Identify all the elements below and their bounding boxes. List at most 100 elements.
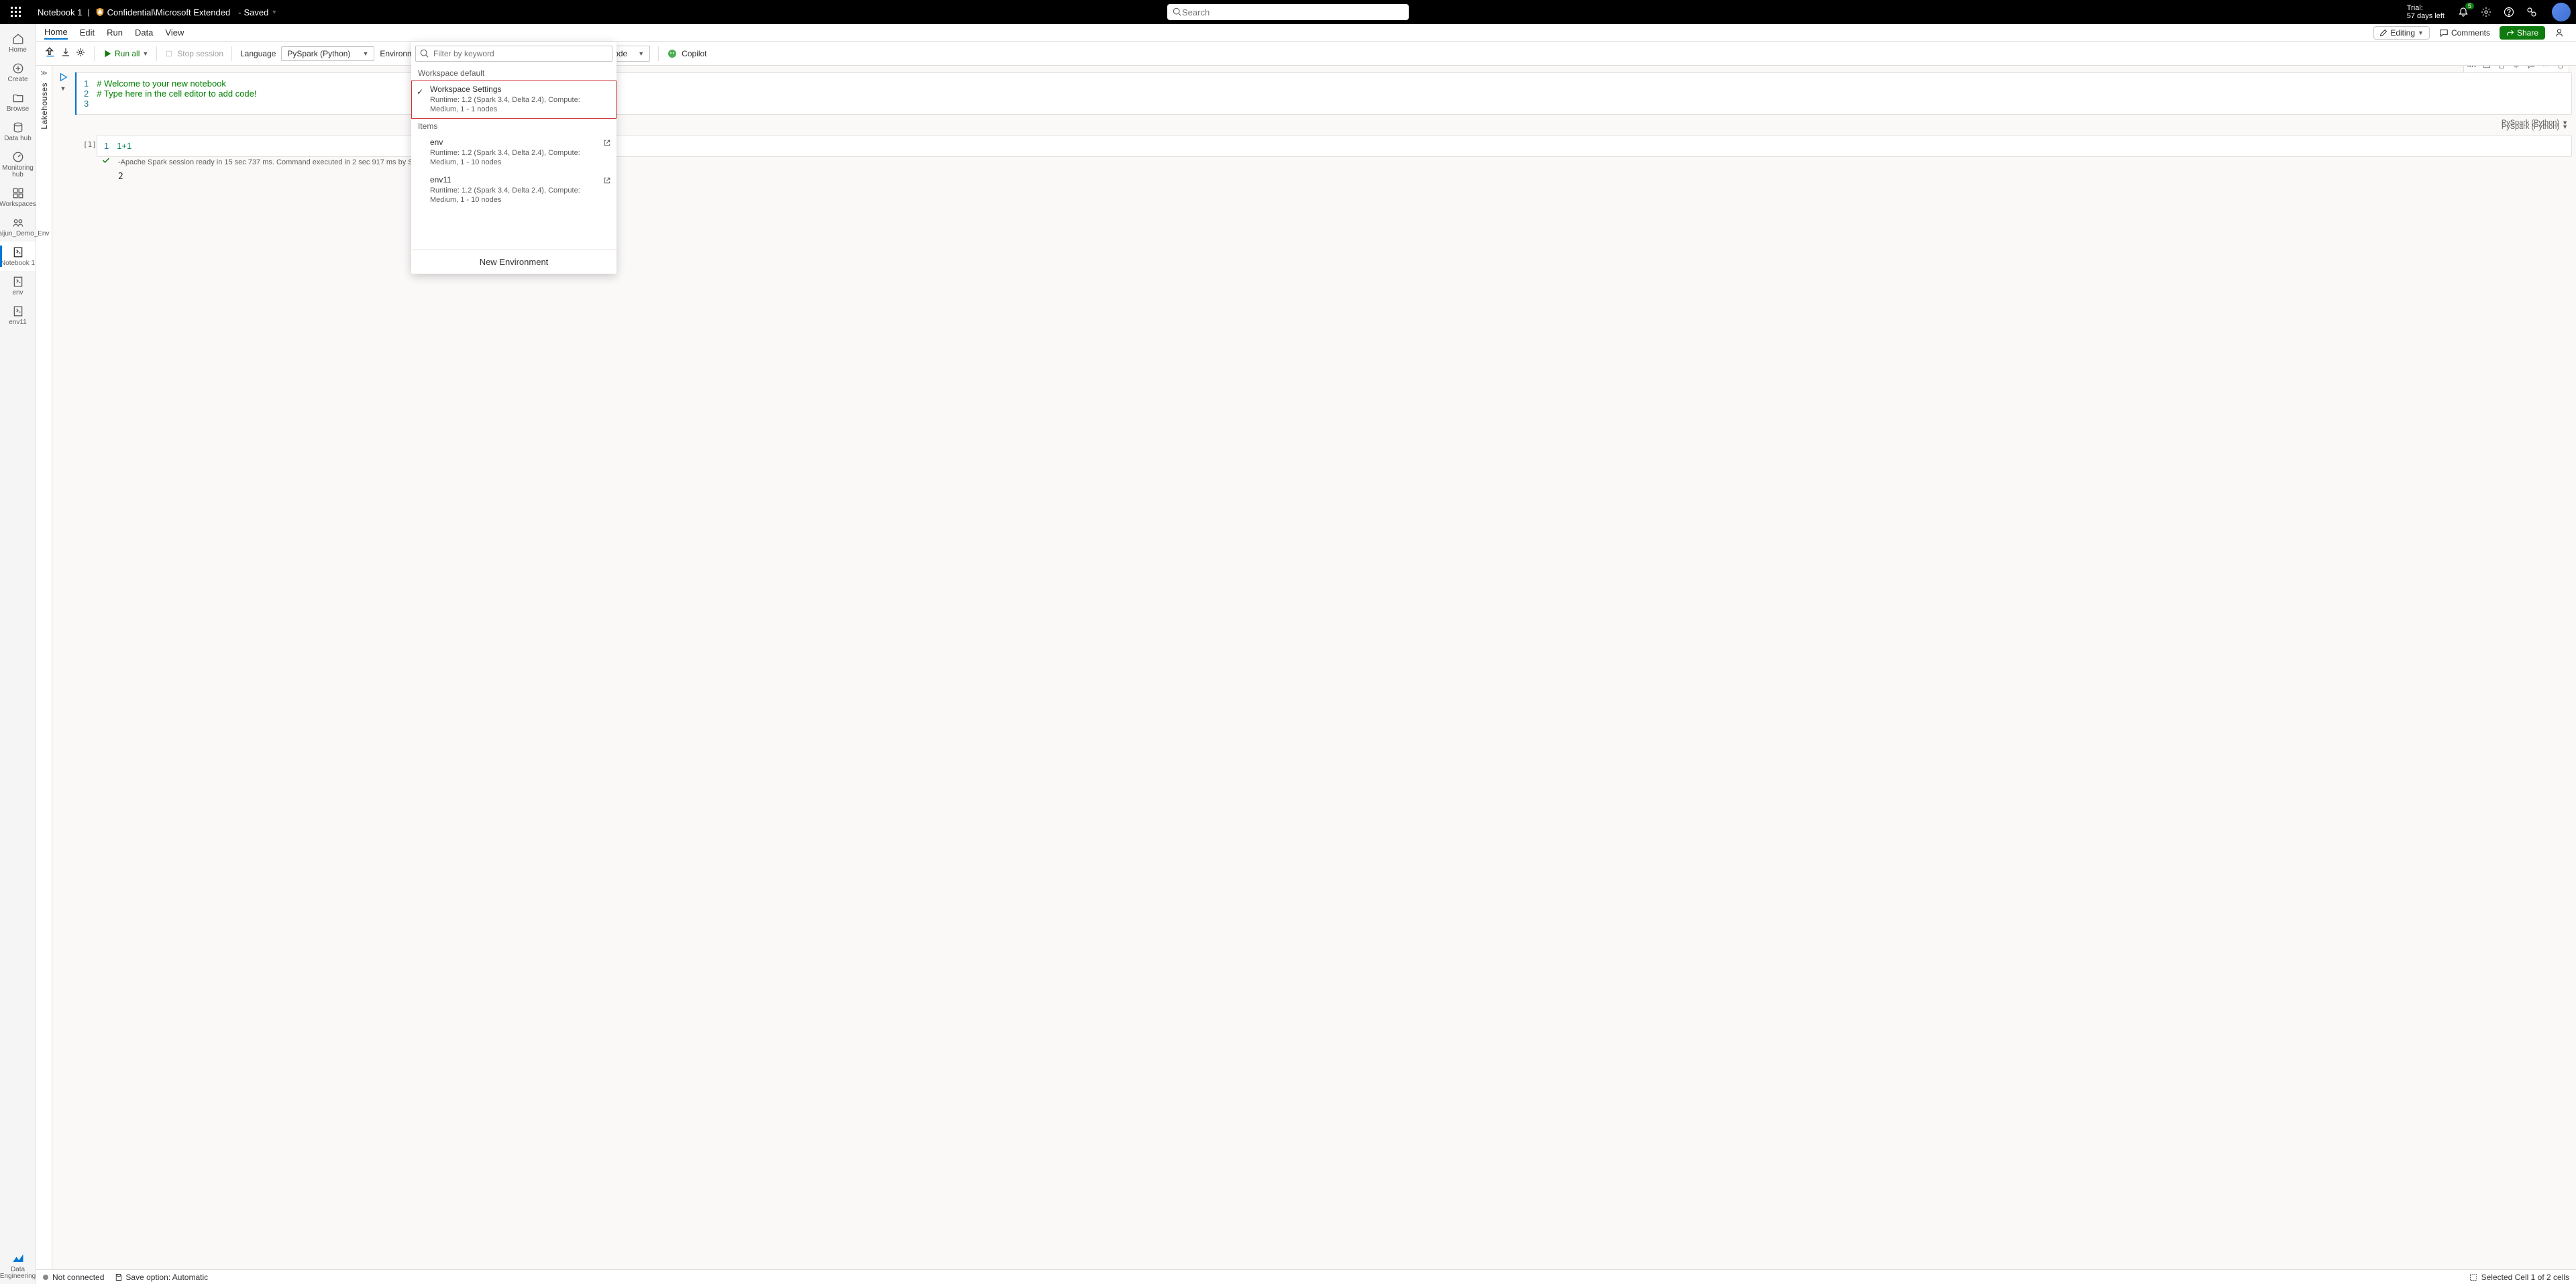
rail-datahub[interactable]: Data hub [0, 117, 36, 146]
tabs-right: Editing ▼ Comments Share [2373, 26, 2568, 40]
workspace-icon [11, 216, 25, 229]
comments-button[interactable]: Comments [2435, 27, 2494, 39]
user-avatar[interactable] [2552, 3, 2571, 21]
play-icon [103, 49, 112, 58]
copilot-button[interactable]: Copilot [667, 48, 706, 59]
env-filter-box[interactable] [415, 46, 612, 62]
more-icon[interactable]: ⋯ [2539, 66, 2553, 72]
rail-env[interactable]: env [0, 271, 36, 301]
toggle-output-icon[interactable] [2480, 66, 2493, 72]
chevron-down-icon: ▼ [2562, 123, 2568, 130]
execution-count: [1] [83, 140, 97, 149]
external-link-icon[interactable] [603, 176, 611, 186]
rail-demo-env[interactable]: Shuaijun_Demo_Env [0, 212, 36, 242]
notebook-title: Notebook 1 [38, 7, 83, 17]
left-nav-rail: Home Create Browse Data hub Monitoring h… [0, 24, 36, 1284]
rail-workspaces[interactable]: Workspaces [0, 182, 36, 212]
stop-icon [165, 50, 173, 58]
rail-monitoring[interactable]: Monitoring hub [0, 146, 36, 182]
language-label: Language [240, 49, 276, 58]
save-icon [115, 1273, 123, 1281]
env-item-env11[interactable]: env11 Runtime: 1.2 (Spark 3.4, Delta 2.4… [411, 171, 616, 209]
selected-cell-status: Selected Cell 1 of 2 cells [2481, 1273, 2569, 1282]
rail-notebook1[interactable]: Notebook 1 [0, 242, 36, 271]
search-box[interactable] [1167, 4, 1409, 20]
env-workspace-settings[interactable]: ✓ Workspace Settings Runtime: 1.2 (Spark… [411, 81, 616, 119]
save-icon[interactable] [44, 46, 56, 60]
rail-home[interactable]: Home [0, 28, 36, 58]
run-all-button[interactable]: Run all ▼ [103, 49, 148, 58]
rail-create[interactable]: Create [0, 58, 36, 87]
env-icon [11, 305, 25, 318]
line-numbers: 1 [104, 141, 117, 151]
new-environment-button[interactable]: New Environment [411, 250, 616, 274]
copilot-icon [667, 48, 678, 59]
monitor-icon [11, 150, 25, 164]
status-right: Selected Cell 1 of 2 cells [2469, 1273, 2569, 1282]
tab-run[interactable]: Run [107, 28, 123, 38]
tab-data[interactable]: Data [135, 28, 153, 38]
download-icon[interactable] [60, 47, 71, 60]
chevron-down-icon: ▼ [271, 9, 277, 15]
rail-browse[interactable]: Browse [0, 87, 36, 117]
cell-language-selector[interactable]: PySpark (Python) ▼ [2502, 123, 2568, 131]
plus-circle-icon [11, 62, 25, 75]
comment-icon[interactable] [2524, 66, 2538, 72]
env-section-default: Workspace default [411, 66, 616, 81]
home-icon [11, 32, 25, 46]
environment-popover: Workspace default ✓ Workspace Settings R… [411, 42, 616, 274]
chevron-down-icon: ▼ [2418, 30, 2424, 36]
check-icon: ✓ [417, 87, 423, 97]
co-presence-button[interactable] [2551, 27, 2568, 39]
stop-session-button: Stop session [165, 49, 223, 58]
line-numbers: 1 2 3 [84, 78, 97, 109]
search-icon [420, 49, 429, 58]
rail-data-engineering[interactable]: Data Engineering [0, 1248, 36, 1284]
tab-edit[interactable]: Edit [80, 28, 95, 38]
folder-icon [11, 91, 25, 105]
delete-icon[interactable] [2554, 66, 2567, 72]
share-button[interactable]: Share [2500, 26, 2545, 40]
save-option[interactable]: Save option: Automatic [115, 1273, 208, 1282]
chevron-down-icon: ▼ [362, 50, 368, 57]
search-input[interactable] [1182, 7, 1403, 17]
search-icon [1173, 7, 1182, 17]
markdown-button[interactable]: M↓ [2465, 66, 2479, 72]
env-filter-input[interactable] [433, 49, 608, 58]
freeze-icon[interactable] [2510, 66, 2523, 72]
feedback-icon[interactable] [2525, 5, 2538, 19]
env-icon [11, 275, 25, 288]
expand-icon[interactable]: ≫ [40, 70, 47, 77]
chevron-down-icon: ▼ [142, 50, 148, 57]
lakehouse-label: Lakehouses [40, 83, 49, 129]
rail-env11[interactable]: env11 [0, 301, 36, 330]
comment-icon [2439, 28, 2449, 38]
trial-info: Trial: 57 days left [2407, 4, 2445, 20]
connection-status-dot [43, 1275, 48, 1280]
save-status[interactable]: - Saved ▼ [238, 7, 277, 17]
language-dropdown[interactable]: PySpark (Python) ▼ [281, 46, 374, 61]
person-icon [2555, 28, 2564, 38]
lock-icon[interactable] [2495, 66, 2508, 72]
env-section-items: Items [411, 119, 616, 133]
run-cell-icon[interactable] [58, 72, 68, 84]
settings-icon[interactable] [75, 47, 86, 60]
tab-home[interactable]: Home [44, 27, 68, 40]
notebook-icon [11, 246, 25, 259]
env-item-env[interactable]: env Runtime: 1.2 (Spark 3.4, Delta 2.4),… [411, 133, 616, 172]
notifications-icon[interactable]: 5 [2457, 5, 2470, 19]
top-bar: Notebook 1 | Confidential\Microsoft Exte… [0, 0, 2576, 24]
chevron-down-icon[interactable]: ▼ [60, 85, 66, 92]
separator: | [88, 7, 90, 17]
external-link-icon[interactable] [603, 139, 611, 149]
notification-badge: 5 [2465, 3, 2474, 9]
data-engineering-icon [11, 1252, 25, 1265]
ribbon-tabs: Home Edit Run Data View Editing ▼ Commen… [36, 24, 2576, 42]
settings-icon[interactable] [2479, 5, 2493, 19]
app-launcher-icon[interactable] [5, 1, 27, 23]
success-check-icon [102, 156, 110, 166]
confidentiality-label: Confidential\Microsoft Extended [107, 7, 231, 17]
editing-mode-button[interactable]: Editing ▼ [2373, 26, 2430, 40]
tab-view[interactable]: View [165, 28, 184, 38]
help-icon[interactable] [2502, 5, 2516, 19]
